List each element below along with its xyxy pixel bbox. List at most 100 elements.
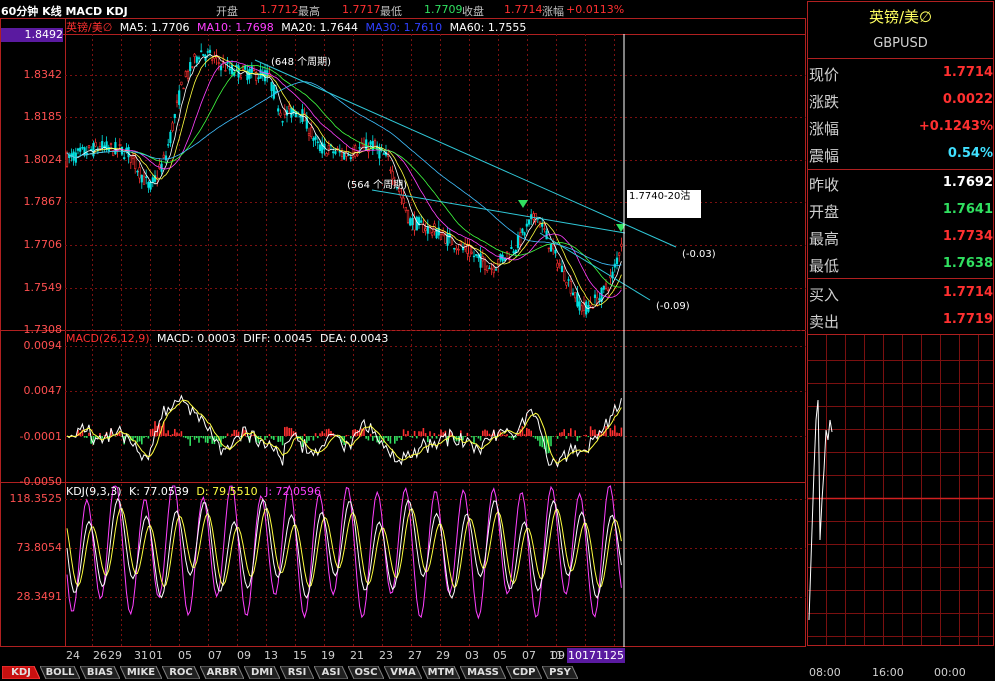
diff-value: DIFF: 0.0045 bbox=[243, 332, 313, 345]
candle-body bbox=[314, 136, 317, 140]
tab-arbr[interactable]: ARBR bbox=[200, 666, 244, 679]
candle-body bbox=[404, 207, 407, 211]
quote-row-label: 现价 bbox=[809, 66, 840, 84]
tab-label: DMI bbox=[251, 667, 273, 678]
indicator-tabs: KDJ BOLL BIAS MIKE ROC ARBR DMI RSI ASI … bbox=[0, 664, 995, 681]
tab-rsi[interactable]: RSI bbox=[280, 666, 314, 679]
candle-body bbox=[230, 64, 234, 75]
candle-body bbox=[494, 269, 498, 271]
price-legend: 英镑/美∅ MA5: 1.7706 MA10: 1.7698 MA20: 1.7… bbox=[66, 19, 526, 35]
tab-label: OSC bbox=[354, 667, 378, 678]
candle-body bbox=[118, 144, 121, 146]
tab-bias[interactable]: BIAS bbox=[80, 666, 120, 679]
kdj-tick: 28.3491 bbox=[16, 590, 63, 603]
x-label: 09 bbox=[237, 649, 251, 662]
trend-lines bbox=[254, 59, 677, 301]
candle-body bbox=[556, 262, 559, 268]
quote-row-label: 卖出 bbox=[809, 313, 840, 331]
x-label: 07 bbox=[208, 649, 222, 662]
close-value: 1.7714 bbox=[504, 3, 543, 16]
tab-label: PSY bbox=[549, 667, 571, 678]
quote-row: 现价 1.7714 bbox=[806, 60, 995, 86]
candle-body bbox=[171, 122, 174, 131]
candle-body bbox=[197, 57, 201, 60]
legend-ma5: MA5: 1.7706 bbox=[119, 21, 190, 34]
ma30-line bbox=[66, 65, 622, 288]
candle-body bbox=[173, 114, 176, 119]
kdj-legend: KDJ(9,3,3) K: 77.0539 D: 79.5510 J: 72.0… bbox=[66, 485, 321, 498]
tab-label: ROC bbox=[169, 667, 193, 678]
candle-body bbox=[488, 267, 491, 270]
close-label: 收盘 bbox=[462, 5, 484, 18]
candle-body bbox=[180, 81, 183, 85]
candle-body bbox=[620, 243, 623, 247]
kdj-title: KDJ(9,3,3) bbox=[66, 485, 122, 498]
macd-tick: 0.0094 bbox=[23, 339, 63, 352]
candle-body bbox=[299, 115, 302, 118]
tab-mass[interactable]: MASS bbox=[460, 666, 506, 679]
candle-body bbox=[175, 100, 179, 103]
candle-body bbox=[560, 265, 564, 273]
candle-body bbox=[87, 145, 91, 148]
candle-body bbox=[455, 247, 458, 251]
x-label: 05 bbox=[178, 649, 192, 662]
candle-body bbox=[497, 259, 500, 266]
candle-body bbox=[334, 151, 337, 154]
candle-body bbox=[147, 182, 150, 188]
price-tick: 1.7549 bbox=[23, 281, 63, 294]
tab-asi[interactable]: ASI bbox=[314, 666, 348, 679]
dea-value: DEA: 0.0043 bbox=[319, 332, 389, 345]
candle-body bbox=[109, 143, 113, 145]
tab-dmi[interactable]: DMI bbox=[244, 666, 280, 679]
tab-psy[interactable]: PSY bbox=[542, 666, 578, 679]
candle-body bbox=[389, 169, 392, 171]
tab-cdp[interactable]: CDP bbox=[506, 666, 542, 679]
tab-label: ARBR bbox=[206, 667, 238, 678]
candle-body bbox=[406, 210, 410, 223]
tab-label: MASS bbox=[467, 667, 499, 678]
quote-row-value: 1.7714 bbox=[942, 285, 993, 300]
tab-osc[interactable]: OSC bbox=[348, 666, 384, 679]
candle-body bbox=[527, 219, 531, 225]
macd-tick: -0.0050 bbox=[19, 475, 62, 488]
x-label: 13 bbox=[264, 649, 278, 662]
tab-roc[interactable]: ROC bbox=[162, 666, 200, 679]
candle-body bbox=[65, 152, 69, 167]
candle-body bbox=[475, 254, 478, 256]
tab-kdj[interactable]: KDJ bbox=[2, 666, 40, 679]
candle-body bbox=[169, 131, 172, 144]
tab-boll[interactable]: BOLL bbox=[40, 666, 80, 679]
tab-mike[interactable]: MIKE bbox=[120, 666, 162, 679]
candle-body bbox=[598, 298, 601, 301]
quote-row-label: 震幅 bbox=[809, 147, 840, 165]
candle-body bbox=[277, 108, 280, 112]
candle-body bbox=[184, 71, 187, 77]
candle-body bbox=[523, 232, 526, 236]
candle-body bbox=[483, 259, 487, 271]
open-label: 开盘 bbox=[216, 5, 238, 18]
trend-label-1: (-0.03) bbox=[682, 249, 716, 260]
candle-body bbox=[541, 223, 544, 227]
x-label: 24 bbox=[66, 649, 80, 662]
candle-body bbox=[318, 144, 322, 152]
candle-body bbox=[552, 244, 555, 250]
tab-vma[interactable]: VMA bbox=[384, 666, 422, 679]
candle-body bbox=[349, 157, 352, 160]
candle-body bbox=[162, 154, 165, 158]
candle-body bbox=[288, 105, 291, 110]
x-label: 19 bbox=[321, 649, 335, 662]
quote-row-value: 0.0022 bbox=[942, 92, 993, 107]
high-label: 最高 bbox=[298, 5, 320, 18]
candle-body bbox=[358, 147, 361, 149]
legend-symbol: 英镑/美∅ bbox=[66, 21, 113, 34]
quote-row-value: 1.7714 bbox=[942, 65, 993, 80]
x-label: 27 bbox=[408, 649, 422, 662]
candle-body bbox=[604, 283, 608, 289]
candle-body bbox=[186, 70, 190, 79]
candle-body bbox=[512, 251, 515, 254]
quote-row-value: +0.1243% bbox=[918, 119, 993, 134]
quote-row-value: 1.7734 bbox=[942, 229, 993, 244]
period-annotation-648: (648 个周期) bbox=[271, 57, 332, 68]
candle-body bbox=[211, 59, 214, 61]
tab-mtm[interactable]: MTM bbox=[422, 666, 460, 679]
